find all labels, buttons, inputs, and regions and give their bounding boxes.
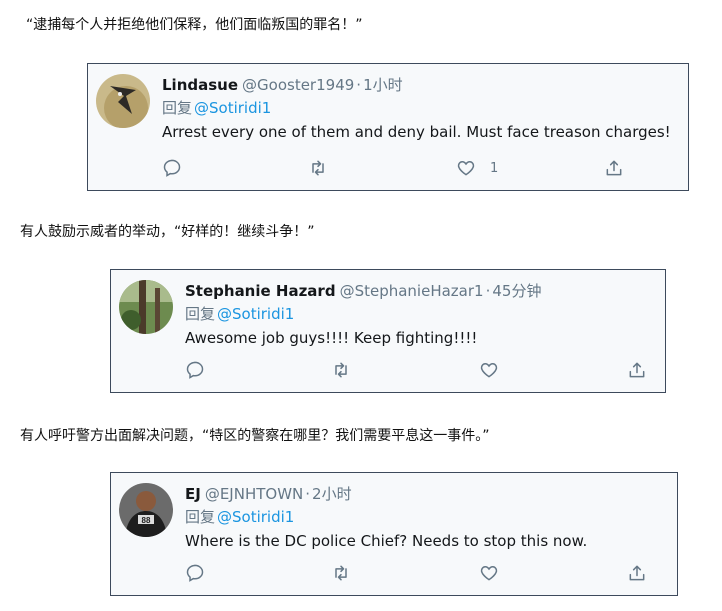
share-button[interactable]	[627, 360, 647, 380]
reply-button[interactable]	[185, 360, 205, 380]
tweet-actions	[185, 360, 645, 382]
caption-1: “逮捕每个人并拒绝他们保释，他们面临叛国的罪名！”	[26, 17, 363, 33]
timestamp[interactable]: 2小时	[312, 485, 352, 503]
like-icon	[480, 565, 498, 581]
author-handle[interactable]: @Gooster1949	[242, 76, 354, 94]
share-icon	[629, 362, 645, 378]
reply-mention-link[interactable]: @Sotiridi1	[194, 99, 271, 117]
share-icon	[606, 160, 622, 176]
author-handle[interactable]: @StephanieHazar1	[340, 282, 484, 300]
like-icon	[480, 362, 498, 378]
author-name[interactable]: EJ	[185, 485, 201, 503]
share-icon	[629, 565, 645, 581]
tweet-card-lindasue[interactable]: Lindasue @Gooster1949 · 1小时 回复 @Sotiridi1 Ar…	[87, 63, 689, 191]
author-name[interactable]: Lindasue	[162, 76, 238, 94]
retweet-button[interactable]	[331, 360, 351, 380]
reply-button[interactable]	[162, 158, 182, 178]
like-button[interactable]: 1	[456, 158, 498, 178]
author-name[interactable]: Stephanie Hazard	[185, 282, 336, 300]
tweet-card-stephanie-hazard[interactable]: Stephanie Hazard @StephanieHazar1 · 45分钟 回复…	[110, 269, 666, 393]
author-handle[interactable]: @EJNHTOWN	[205, 485, 303, 503]
retweet-button[interactable]	[308, 158, 328, 178]
tweet-card-ej[interactable]: 88 EJ @EJNHTOWN · 2小时 回复 @Sotiridi1 Where is…	[110, 472, 678, 596]
like-button[interactable]	[479, 360, 499, 380]
reply-prefix: 回复	[185, 508, 216, 526]
avatar[interactable]	[119, 280, 173, 334]
timestamp[interactable]: 45分钟	[492, 282, 541, 300]
retweet-icon	[335, 565, 347, 581]
caption-2: 有人鼓励示威者的举动，“好样的！继续斗争！”	[20, 224, 315, 240]
svg-text:88: 88	[142, 516, 151, 525]
share-button[interactable]	[627, 563, 647, 583]
reply-icon	[186, 564, 204, 582]
separator-dot: ·	[305, 485, 311, 503]
avatar[interactable]: 88	[119, 483, 173, 537]
reply-icon	[163, 159, 181, 177]
like-count: 1	[490, 160, 499, 176]
timestamp[interactable]: 1小时	[363, 76, 403, 94]
tweet-text: Arrest every one of them and deny bail. …	[162, 123, 671, 141]
tweet-text: Awesome job guys!!!! Keep fighting!!!!	[185, 329, 478, 347]
reply-mention-link[interactable]: @Sotiridi1	[217, 305, 294, 323]
caption-3: 有人呼吁警方出面解决问题，“特区的警察在哪里？我们需要平息这一事件。”	[20, 428, 490, 444]
tweet-actions	[185, 563, 657, 585]
reply-icon	[186, 361, 204, 379]
tweet-text: Where is the DC police Chief? Needs to s…	[185, 532, 588, 550]
tweet-actions: 1	[162, 158, 668, 180]
like-button[interactable]	[479, 563, 499, 583]
retweet-button[interactable]	[331, 563, 351, 583]
retweet-icon	[312, 160, 324, 176]
separator-dot: ·	[356, 76, 362, 94]
avatar[interactable]	[96, 74, 150, 128]
reply-button[interactable]	[185, 563, 205, 583]
reply-mention-link[interactable]: @Sotiridi1	[217, 508, 294, 526]
separator-dot: ·	[485, 282, 491, 300]
reply-prefix: 回复	[185, 305, 216, 323]
reply-prefix: 回复	[162, 99, 193, 117]
share-button[interactable]	[604, 158, 624, 178]
retweet-icon	[335, 362, 347, 378]
like-icon	[457, 160, 475, 176]
